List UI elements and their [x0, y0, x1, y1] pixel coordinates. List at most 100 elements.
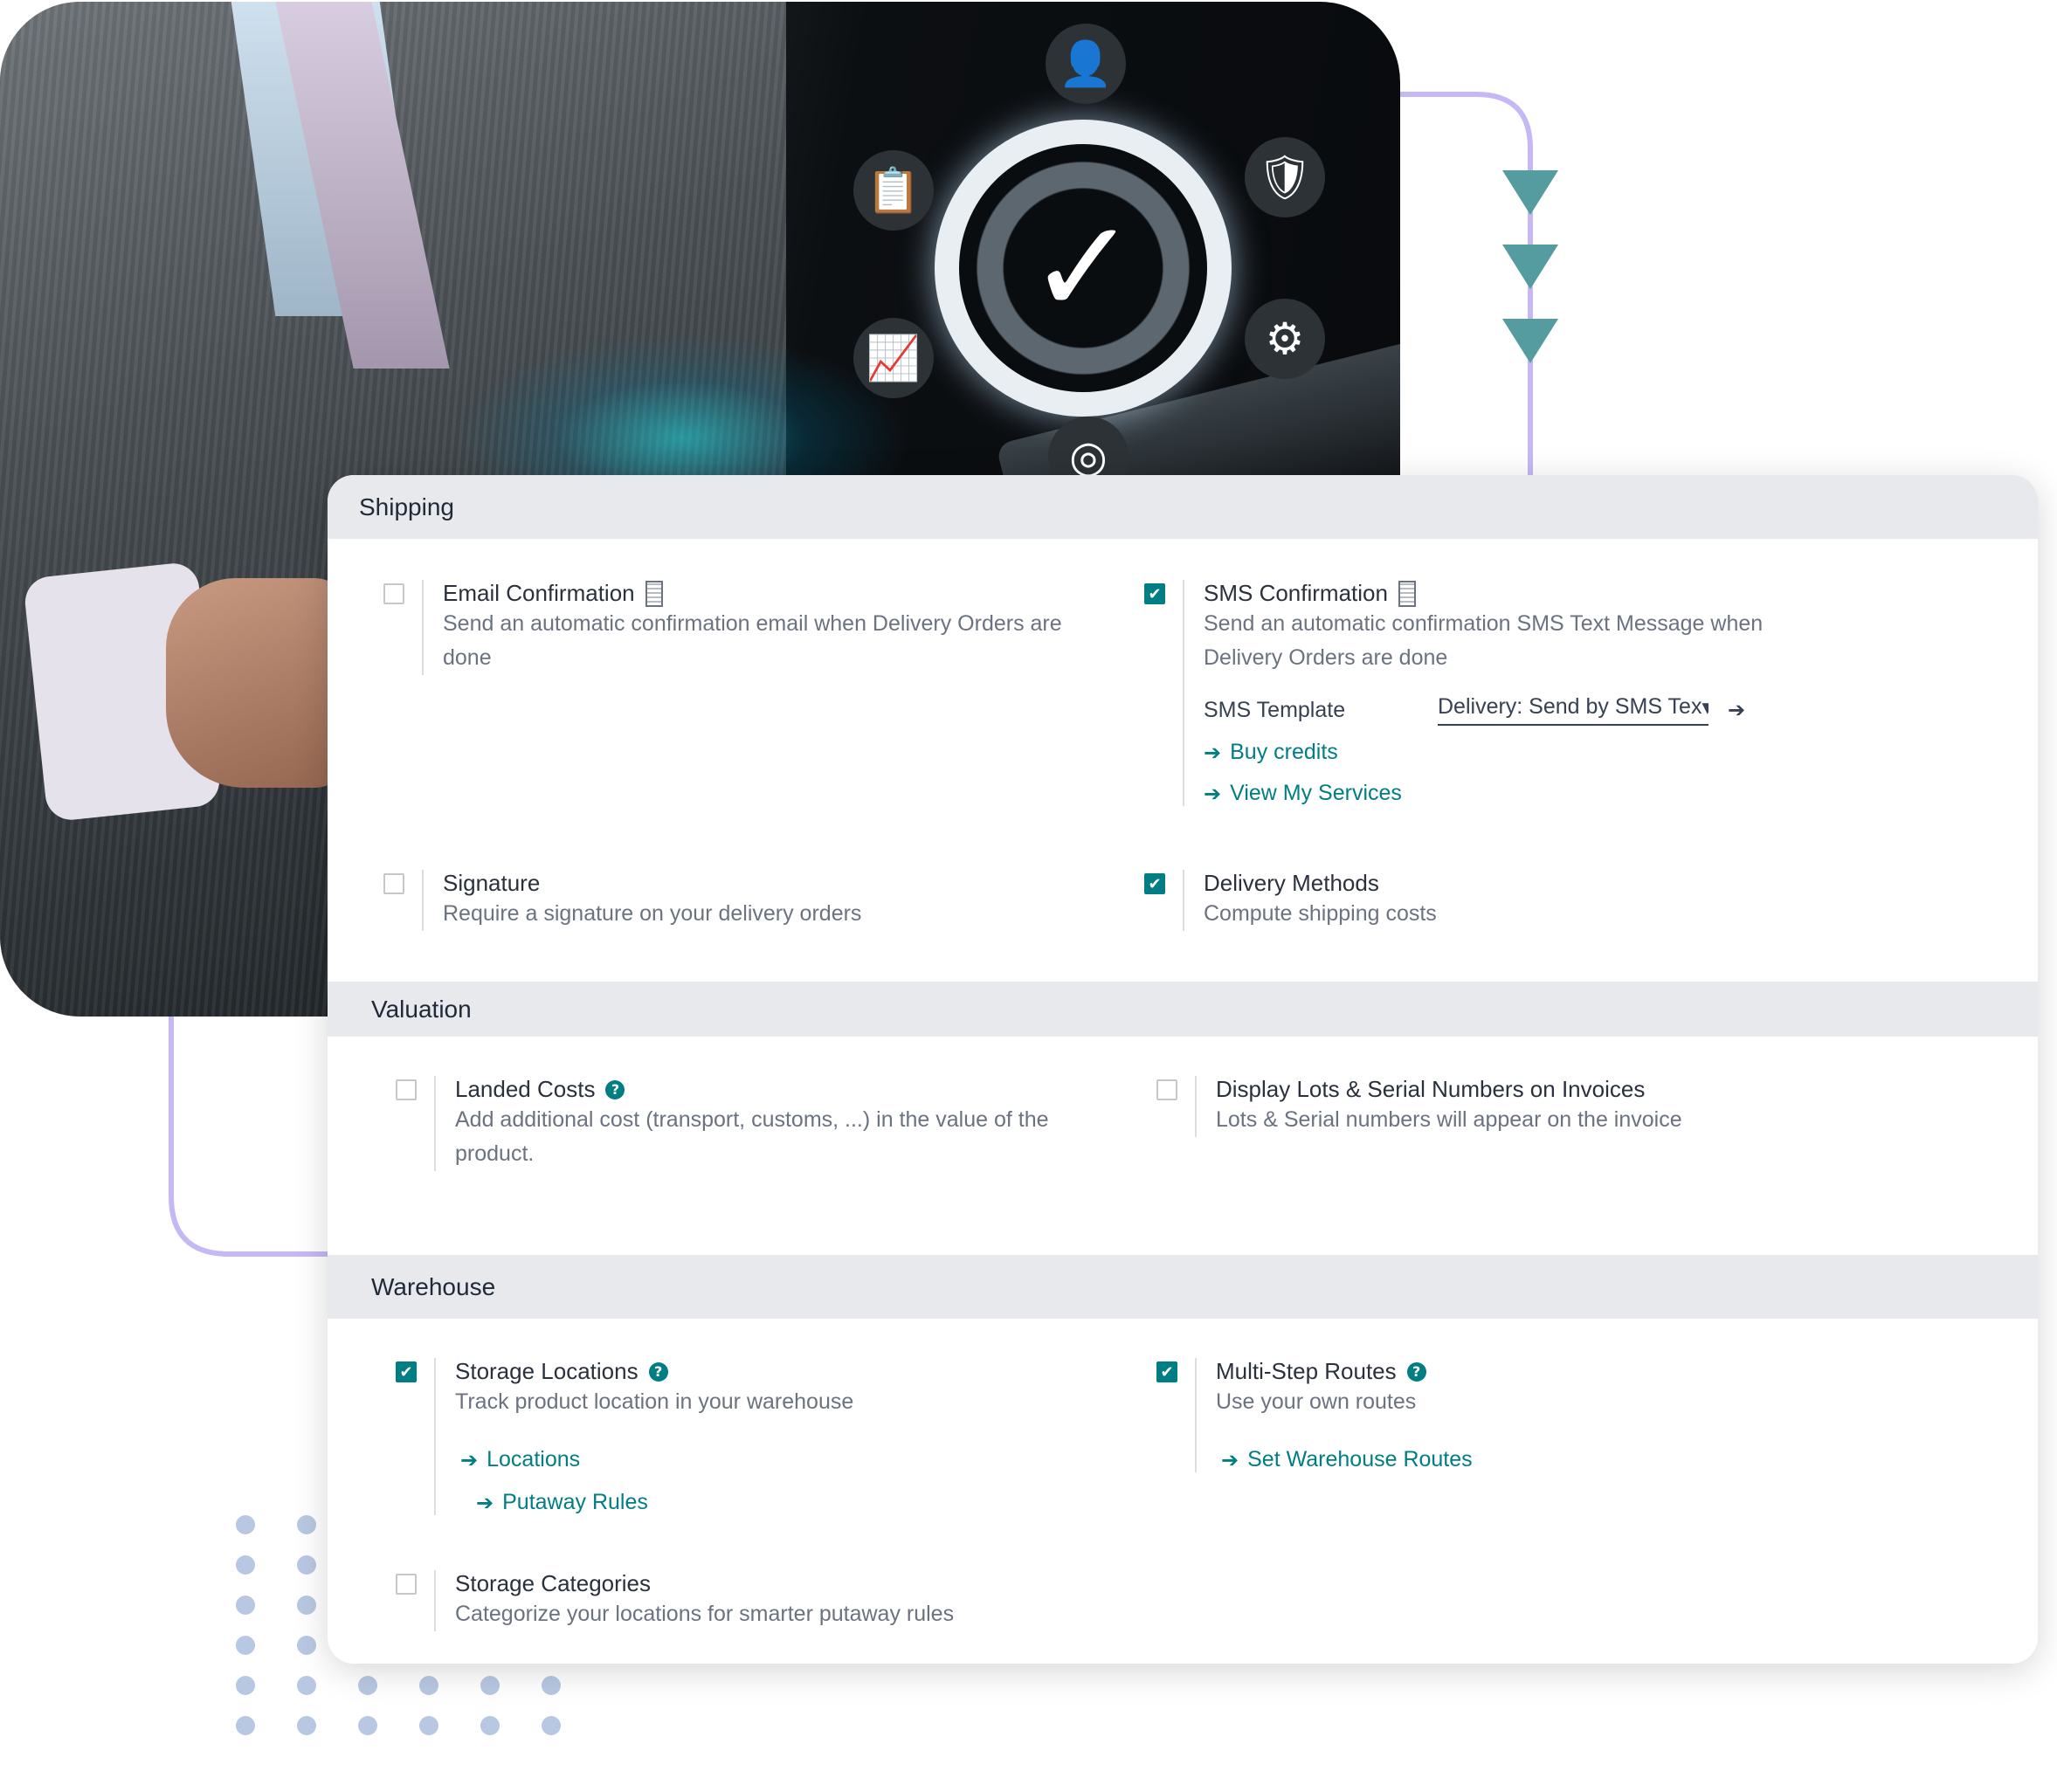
- settings-panel: Shipping Email Confirmation Send an auto…: [328, 475, 2038, 1664]
- putaway-rules-link[interactable]: ➔ Putaway Rules: [476, 1490, 1101, 1515]
- section-title: Warehouse: [371, 1272, 496, 1300]
- divider: [1183, 580, 1184, 806]
- caret-down-icon: ▾: [1702, 694, 1708, 720]
- divider: [1195, 1358, 1197, 1472]
- setting-description: Add additional cost (transport, customs,…: [455, 1107, 1049, 1166]
- help-icon[interactable]: ?: [648, 1361, 668, 1382]
- multi-step-routes-checkbox[interactable]: ✔: [1156, 1361, 1177, 1382]
- shield-glyph: 🛡: [1257, 151, 1313, 203]
- setting-label: Signature: [443, 870, 541, 896]
- setting-label: Email Confirmation: [443, 580, 635, 606]
- section-header-shipping: Shipping: [328, 475, 2038, 539]
- link-label: Putaway Rules: [502, 1490, 648, 1514]
- growth-chart-icon: 📈: [853, 318, 934, 398]
- divider: [1183, 870, 1184, 931]
- divider: [422, 870, 424, 931]
- sms-template-label: SMS Template: [1204, 697, 1346, 722]
- setting-description: Require a signature on your delivery ord…: [443, 901, 862, 926]
- setting-storage-locations: ✔ Storage Locations? Track product locat…: [396, 1358, 1101, 1515]
- check-icon: ✔: [399, 1362, 413, 1382]
- open-template-button[interactable]: ➔: [1728, 698, 1745, 722]
- divider: [422, 580, 424, 675]
- user-icon: 👤: [1046, 24, 1126, 104]
- check-icon: ✔: [1148, 584, 1162, 603]
- section-header-valuation: Valuation: [328, 982, 2038, 1037]
- clipboard-glyph: 📋: [866, 164, 922, 216]
- clipboard-checklist-icon: 📋: [853, 150, 934, 231]
- setting-description: Lots & Serial numbers will appear on the…: [1216, 1107, 1682, 1132]
- hand: [166, 578, 349, 788]
- setting-label: Delivery Methods: [1204, 870, 1379, 896]
- check-dial-icon: ✓: [935, 120, 1232, 417]
- buy-credits-link[interactable]: ➔ Buy credits: [1204, 740, 1815, 765]
- divider: [434, 1570, 436, 1631]
- section-title: Shipping: [359, 493, 454, 520]
- arrow-right-icon: ➔: [1728, 698, 1746, 722]
- locations-link[interactable]: ➔ Locations: [460, 1447, 1101, 1472]
- setting-delivery-methods: ✔ Delivery Methods Compute shipping cost…: [1144, 870, 1815, 931]
- setting-label: Landed Costs: [455, 1076, 596, 1102]
- gears-icon: ⚙: [1245, 299, 1325, 379]
- checkmark-icon: ✓: [1028, 192, 1138, 344]
- company-building-icon: [645, 580, 663, 607]
- connector-line-top: [1400, 92, 1533, 475]
- user-glyph: 👤: [1058, 38, 1114, 89]
- link-label: View My Services: [1230, 781, 1402, 805]
- company-building-icon: [1398, 580, 1416, 607]
- connector-line-bottom: [169, 1017, 328, 1257]
- setting-description: Compute shipping costs: [1204, 901, 1437, 926]
- setting-label: Display Lots & Serial Numbers on Invoice…: [1216, 1076, 1646, 1102]
- down-arrow-icon: [1502, 319, 1558, 363]
- link-label: Set Warehouse Routes: [1247, 1447, 1473, 1472]
- divider: [434, 1358, 436, 1515]
- sms-confirmation-checkbox[interactable]: ✔: [1144, 583, 1165, 604]
- link-label: Buy credits: [1230, 740, 1338, 764]
- arrow-right-icon: ➔: [1204, 740, 1222, 765]
- display-lots-checkbox[interactable]: [1156, 1079, 1177, 1100]
- setting-description: Send an automatic confirmation SMS Text …: [1204, 611, 1764, 670]
- arrow-right-icon: ➔: [1204, 781, 1222, 806]
- setting-description: Send an automatic confirmation email whe…: [443, 611, 1062, 670]
- setting-label: Multi-Step Routes: [1216, 1358, 1397, 1384]
- setting-signature: Signature Require a signature on your de…: [383, 870, 1107, 931]
- setting-label: Storage Categories: [455, 1570, 652, 1596]
- email-confirmation-checkbox[interactable]: [383, 583, 404, 604]
- divider: [434, 1076, 436, 1171]
- section-header-warehouse: Warehouse: [328, 1255, 2038, 1319]
- setting-description: Use your own routes: [1216, 1389, 1417, 1414]
- arrow-right-icon: ➔: [1221, 1447, 1239, 1472]
- chart-glyph: 📈: [866, 332, 922, 383]
- setting-display-lots: Display Lots & Serial Numbers on Invoice…: [1156, 1076, 1827, 1137]
- setting-description: Categorize your locations for smarter pu…: [455, 1602, 955, 1626]
- help-icon[interactable]: ?: [605, 1079, 625, 1099]
- setting-multi-step-routes: ✔ Multi-Step Routes? Use your own routes…: [1156, 1358, 1827, 1472]
- landed-costs-checkbox[interactable]: [396, 1079, 417, 1100]
- view-my-services-link[interactable]: ➔ View My Services: [1204, 781, 1815, 806]
- sms-template-select[interactable]: Delivery: Send by SMS Tex ▾: [1438, 694, 1708, 726]
- sms-template-value: Delivery: Send by SMS Tex: [1438, 694, 1702, 719]
- gears-glyph: ⚙: [1265, 314, 1305, 364]
- setting-label: Storage Locations: [455, 1358, 638, 1384]
- link-label: Locations: [487, 1447, 581, 1472]
- signature-checkbox[interactable]: [383, 873, 404, 894]
- setting-description: Track product location in your warehouse: [455, 1389, 854, 1414]
- setting-storage-categories: Storage Categories Categorize your locat…: [396, 1570, 1101, 1631]
- delivery-methods-checkbox[interactable]: ✔: [1144, 873, 1165, 894]
- shield-check-icon: 🛡: [1245, 137, 1325, 217]
- arrow-right-icon: ➔: [476, 1490, 494, 1515]
- down-arrow-icon: [1502, 245, 1558, 289]
- arrow-right-icon: ➔: [460, 1447, 479, 1472]
- storage-locations-checkbox[interactable]: ✔: [396, 1361, 417, 1382]
- check-icon: ✔: [1148, 874, 1162, 893]
- section-title: Valuation: [371, 995, 472, 1023]
- divider: [1195, 1076, 1197, 1137]
- check-icon: ✔: [1160, 1362, 1174, 1382]
- down-arrow-icon: [1502, 170, 1558, 215]
- setting-sms-confirmation: ✔ SMS Confirmation Send an automatic con…: [1144, 580, 1815, 806]
- storage-categories-checkbox[interactable]: [396, 1574, 417, 1595]
- setting-landed-costs: Landed Costs? Add additional cost (trans…: [396, 1076, 1101, 1171]
- setting-email-confirmation: Email Confirmation Send an automatic con…: [383, 580, 1107, 675]
- set-warehouse-routes-link[interactable]: ➔ Set Warehouse Routes: [1221, 1447, 1827, 1472]
- help-icon[interactable]: ?: [1406, 1361, 1426, 1382]
- setting-label: SMS Confirmation: [1204, 580, 1388, 606]
